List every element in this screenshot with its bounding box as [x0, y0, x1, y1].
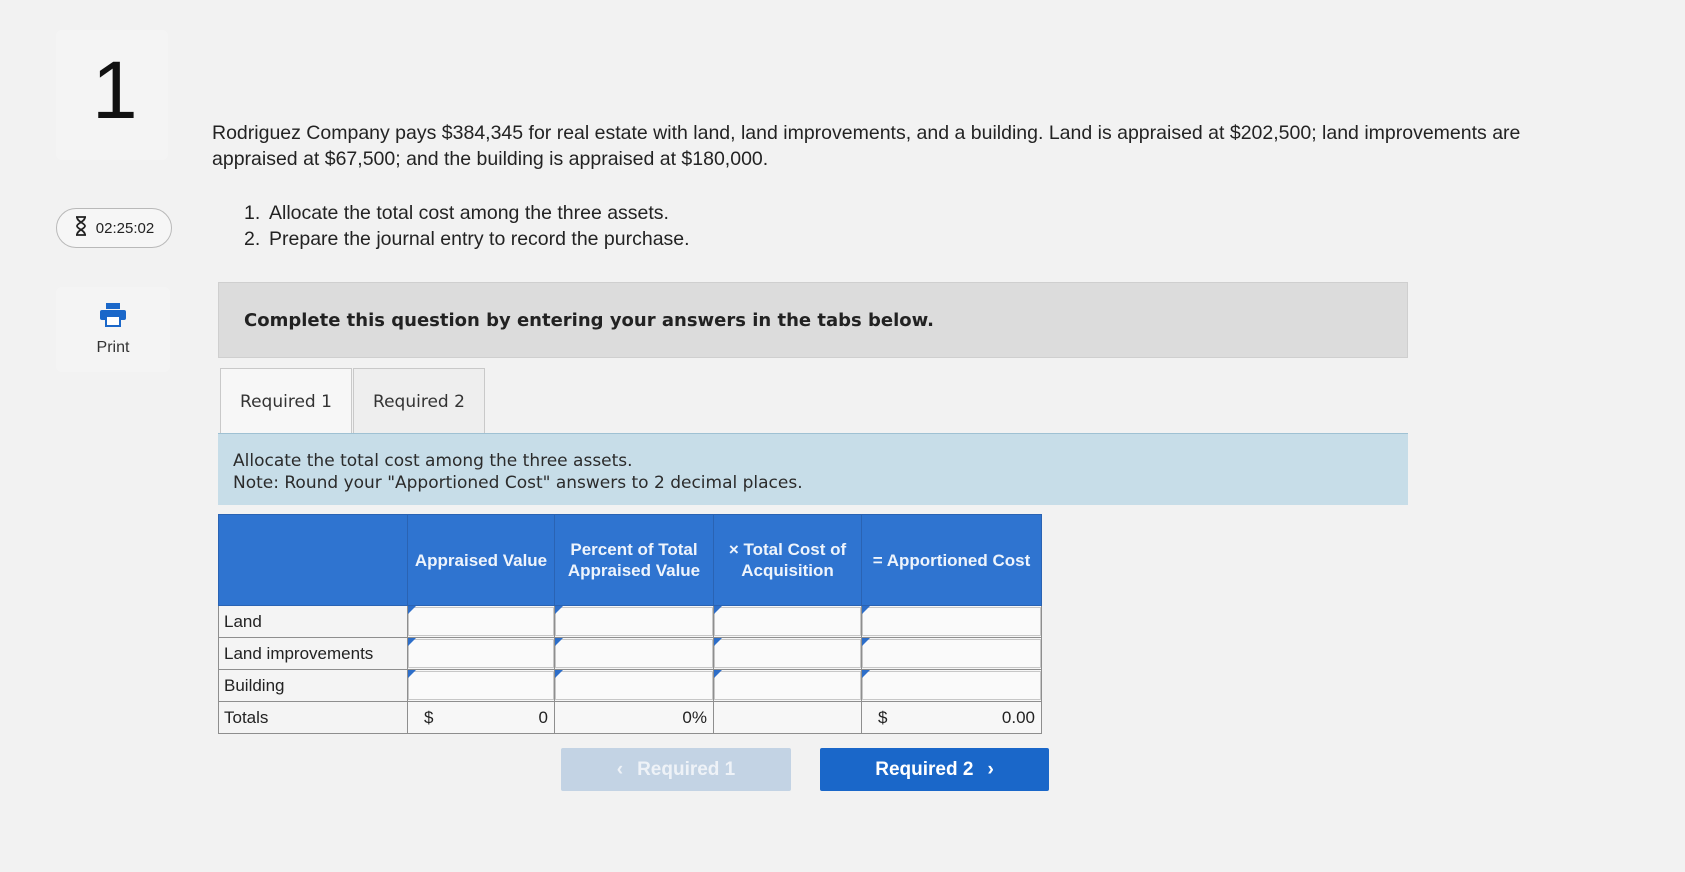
- previous-required-button[interactable]: ‹ Required 1: [561, 748, 791, 791]
- table-row: Land: [218, 605, 1042, 638]
- requirements-list: 1. Allocate the total cost among the thre…: [244, 200, 690, 252]
- row-label: Building: [218, 669, 408, 702]
- requirement-item: 1. Allocate the total cost among the thre…: [244, 202, 669, 224]
- header-appraised-value: Appraised Value: [407, 514, 555, 606]
- land-improvements-percent-input[interactable]: [554, 637, 714, 670]
- instruction-banner: Complete this question by entering your …: [218, 282, 1408, 358]
- land-percent-input[interactable]: [554, 605, 714, 638]
- tab-required-2[interactable]: Required 2: [353, 368, 485, 434]
- land-appraised-input[interactable]: [407, 605, 555, 638]
- header-apportioned-cost: = Apportioned Cost: [861, 514, 1042, 606]
- land-improvements-apportioned-input[interactable]: [861, 637, 1042, 670]
- instruction-line: Allocate the total cost among the three …: [233, 451, 633, 471]
- previous-label: Required 1: [637, 758, 736, 780]
- land-improvements-appraised-input[interactable]: [407, 637, 555, 670]
- hourglass-icon: [74, 216, 88, 240]
- building-appraised-input[interactable]: [407, 669, 555, 702]
- table-row: Building: [218, 669, 1042, 702]
- tab-instructions: Allocate the total cost among the three …: [218, 433, 1408, 505]
- total-appraised-value: $ 0: [407, 701, 555, 734]
- totals-row: Totals $ 0 0% $ 0.00: [218, 701, 1042, 734]
- header-blank: [218, 514, 408, 606]
- totals-label: Totals: [218, 701, 408, 734]
- land-improvements-total-cost-input[interactable]: [713, 637, 862, 670]
- print-label: Print: [96, 339, 130, 356]
- tab-required-1[interactable]: Required 1: [220, 368, 352, 434]
- row-label: Land improvements: [218, 637, 408, 670]
- land-total-cost-input[interactable]: [713, 605, 862, 638]
- allocation-table: Appraised Value Percent of Total Apprais…: [218, 514, 1042, 734]
- header-total-cost: × Total Cost of Acquisition: [713, 514, 862, 606]
- next-required-button[interactable]: Required 2 ›: [820, 748, 1049, 791]
- print-button[interactable]: Print: [56, 287, 170, 372]
- chevron-left-icon: ‹: [616, 758, 624, 780]
- land-apportioned-input[interactable]: [861, 605, 1042, 638]
- building-percent-input[interactable]: [554, 669, 714, 702]
- total-cost-blank: [713, 701, 862, 734]
- next-label: Required 2: [875, 758, 974, 780]
- row-label: Land: [218, 605, 408, 638]
- question-number: 1: [92, 45, 138, 136]
- problem-statement: Rodriguez Company pays $384,345 for real…: [212, 122, 1521, 170]
- total-apportioned-cost: $ 0.00: [861, 701, 1042, 734]
- printer-icon: [98, 302, 128, 333]
- timer-value: 02:25:02: [95, 219, 155, 237]
- requirement-item: 2. Prepare the journal entry to record th…: [244, 228, 690, 250]
- rounding-note: Note: Round your "Apportioned Cost" answ…: [233, 473, 803, 493]
- total-percent: 0%: [554, 701, 714, 734]
- building-total-cost-input[interactable]: [713, 669, 862, 702]
- table-row: Land improvements: [218, 637, 1042, 670]
- building-apportioned-input[interactable]: [861, 669, 1042, 702]
- header-percent-of-total: Percent of Total Appraised Value: [554, 514, 714, 606]
- chevron-right-icon: ›: [987, 758, 994, 780]
- timer: 02:25:02: [56, 208, 172, 248]
